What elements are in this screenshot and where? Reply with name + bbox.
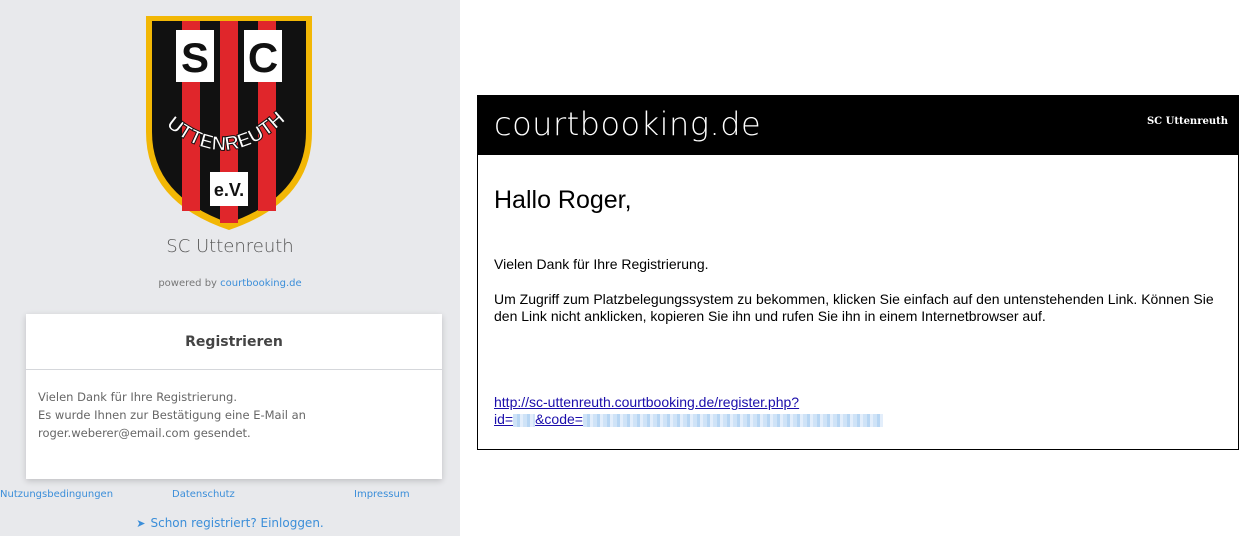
email-header: courtbooking.de SC Uttenreuth <box>478 96 1238 155</box>
message-line: Es wurde Ihnen zur Bestätigung eine E-Ma… <box>38 408 306 422</box>
registration-link[interactable]: http://sc-uttenreuth.courtbooking.de/reg… <box>494 394 883 428</box>
card-title: Registrieren <box>26 314 442 370</box>
message-line: Vielen Dank für Ihre Registrierung. <box>38 390 238 404</box>
email-header-club: SC Uttenreuth <box>1146 116 1228 127</box>
redacted-id <box>513 413 536 427</box>
card-message: Vielen Dank für Ihre Registrierung. Es w… <box>26 370 442 442</box>
footer-links: Nutzungsbedingungen Datenschutz Impressu… <box>0 489 460 503</box>
imprint-link[interactable]: Impressum <box>354 489 410 500</box>
link-code-label: &code= <box>535 411 583 427</box>
powered-by-label: powered by <box>158 278 217 289</box>
confirmation-email: courtbooking.de SC Uttenreuth Hallo Roge… <box>477 95 1239 450</box>
login-link[interactable]: ➤ Schon registriert? Einloggen. <box>0 516 460 530</box>
terms-link[interactable]: Nutzungsbedingungen <box>0 489 113 500</box>
club-crest-logo: S C UTTENREUTH e.V. <box>146 16 312 230</box>
registration-link-params: id= &code= <box>494 411 883 428</box>
privacy-link[interactable]: Datenschutz <box>172 489 235 500</box>
svg-text:S: S <box>181 34 209 81</box>
powered-by-link[interactable]: courtbooking.de <box>220 278 302 289</box>
svg-text:e.V.: e.V. <box>214 180 244 200</box>
email-instructions-text: Um Zugriff zum Platzbelegungssystem zu b… <box>494 291 1214 324</box>
email-thanks-text: Vielen Dank für Ihre Registrierung. <box>494 256 709 272</box>
login-link-label: Schon registriert? Einloggen. <box>150 516 324 530</box>
redacted-code <box>582 413 883 427</box>
powered-by-line: powered by courtbooking.de <box>0 278 460 289</box>
courtbooking-logo: courtbooking.de <box>494 105 762 143</box>
sign-in-icon: ➤ <box>136 517 146 530</box>
registration-panel: S C UTTENREUTH e.V. SC Uttenreuth powere… <box>0 0 460 536</box>
link-id-label: id= <box>494 411 514 427</box>
email-greeting: Hallo Roger, <box>494 186 632 214</box>
club-name: SC Uttenreuth <box>166 236 294 257</box>
svg-text:C: C <box>248 34 278 81</box>
message-line: roger.weberer@email.com gesendet. <box>38 426 251 440</box>
registration-link-url: http://sc-uttenreuth.courtbooking.de/reg… <box>494 394 800 410</box>
registration-card: Registrieren Vielen Dank für Ihre Regist… <box>26 314 442 479</box>
